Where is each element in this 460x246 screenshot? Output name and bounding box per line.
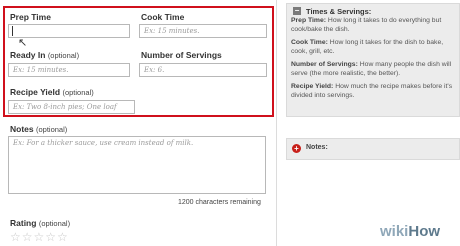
text-caret (12, 26, 13, 36)
ready-in-label-text: Ready In (10, 50, 46, 60)
help-item-prep-time: Prep Time: How long it takes to do every… (291, 17, 457, 34)
recipe-yield-label-text: Recipe Yield (10, 87, 61, 97)
cook-time-input[interactable]: Ex: 15 minutes. (139, 24, 267, 38)
watermark-wiki: wiki (380, 223, 409, 240)
help-item-servings: Number of Servings: How many people the … (291, 61, 457, 78)
collapse-icon[interactable]: − (293, 7, 301, 15)
help-term: Cook Time: (291, 39, 328, 46)
notes-label: Notes (optional) (10, 124, 67, 134)
times-servings-title: Times & Servings: (306, 7, 372, 16)
ready-in-input[interactable]: Ex: 15 minutes. (8, 63, 130, 77)
watermark-how: How (408, 223, 441, 240)
help-term: Recipe Yield: (291, 83, 334, 90)
wikihow-watermark: wikiHow (380, 222, 440, 242)
servings-label: Number of Servings (141, 50, 222, 60)
mouse-cursor-icon: ↖ (18, 37, 28, 49)
ready-in-label: Ready In (optional) (10, 50, 79, 60)
help-item-cook-time: Cook Time: How long it takes for the dis… (291, 39, 457, 56)
prep-time-label: Prep Time (10, 12, 51, 22)
recipe-yield-input[interactable]: Ex: Two 8-inch pies; One loaf (8, 100, 135, 114)
prep-time-input[interactable] (8, 24, 130, 38)
notes-textarea[interactable]: Ex: For a thicker sauce, use cream inste… (8, 136, 266, 194)
cook-time-label-text: Cook Time (141, 12, 185, 22)
help-term: Number of Servings: (291, 61, 358, 68)
prep-time-label-text: Prep Time (10, 12, 51, 22)
expand-icon[interactable]: + (292, 144, 301, 153)
help-item-recipe-yield: Recipe Yield: How much the recipe makes … (291, 83, 457, 100)
rating-optional: (optional) (38, 219, 71, 228)
recipe-yield-label: Recipe Yield (optional) (10, 87, 94, 97)
notes-label-text: Notes (10, 124, 34, 134)
servings-label-text: Number of Servings (141, 50, 222, 60)
panel-divider (276, 0, 277, 246)
ready-in-optional: (optional) (47, 51, 80, 60)
rating-stars[interactable]: ☆☆☆☆☆ (10, 231, 69, 243)
notes-help-title[interactable]: Notes: (306, 144, 328, 151)
cook-time-label: Cook Time (141, 12, 184, 22)
help-term: Prep Time: (291, 17, 327, 24)
characters-remaining: 1200 characters remaining (178, 199, 261, 206)
recipe-yield-optional: (optional) (62, 88, 94, 97)
rating-label-text: Rating (10, 218, 37, 228)
notes-optional: (optional) (36, 125, 68, 134)
servings-input[interactable]: Ex: 6. (139, 63, 267, 77)
rating-label: Rating (optional) (10, 218, 70, 228)
